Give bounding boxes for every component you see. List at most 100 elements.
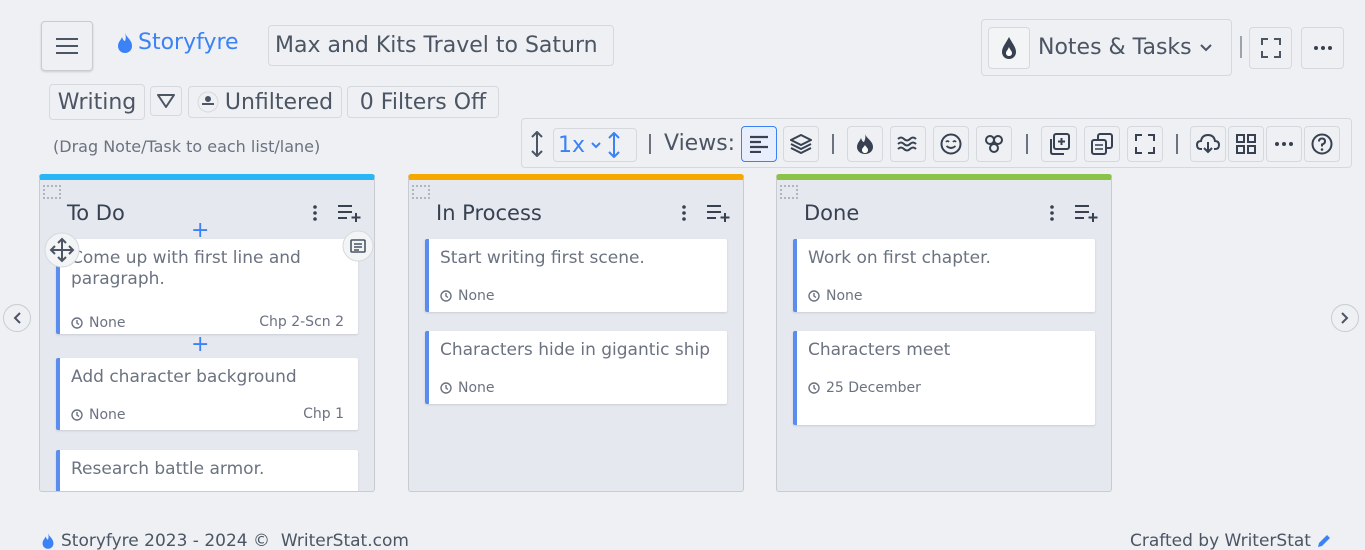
brand-name: Storyfyre [138,30,239,55]
drag-hint: (Drag Note/Task to each list/lane) [53,137,321,156]
card-date-text: 25 December [826,380,921,396]
flame-icon [118,32,132,53]
duplicate-button[interactable] [1084,126,1120,162]
drag-grip-icon[interactable] [411,184,431,202]
face-icon [940,133,962,155]
brand-link[interactable]: Storyfyre [116,30,239,55]
zoom-value: 1x [558,132,586,158]
card[interactable]: Characters hide in gigantic ship None [425,331,727,404]
view-waves-button[interactable] [890,126,926,162]
toolbar-more-button[interactable] [1266,126,1302,162]
footer-credit-text: Crafted by WriterStat [1130,531,1311,550]
card-date: None [71,407,126,423]
fullscreen-icon [1135,134,1155,154]
lane-todo: To Do + Come up with first line and para… [39,174,375,492]
card[interactable]: Add character background None Chp 1 [56,358,358,430]
grid-icon [1236,134,1256,154]
vertical-resize-icon[interactable] [530,131,544,157]
lane-title: To Do [67,201,125,225]
card[interactable]: Characters meet 25 December [793,331,1095,425]
card[interactable]: Work on first chapter. None [793,239,1095,312]
view-selector[interactable]: Notes & Tasks [981,19,1232,76]
grid-view-button[interactable] [1228,126,1264,162]
scroll-left-button[interactable] [3,304,31,332]
menu-button[interactable] [41,21,93,71]
board-toolbar: 1x Views: [521,118,1352,168]
more-vertical-icon[interactable] [1050,205,1054,221]
card-date-text: None [458,380,495,396]
footer-credit[interactable]: Crafted by WriterStat [1130,531,1331,550]
card-text: Add character background [71,367,297,387]
align-left-icon [750,135,768,153]
flame-icon [42,533,54,549]
card-chapter: Chp 1 [303,406,344,422]
add-note-button[interactable] [1041,126,1077,162]
card-date: 25 December [808,380,921,396]
playlist-add-icon[interactable] [337,204,361,222]
more-options-button[interactable] [1301,27,1344,69]
mode-button[interactable]: Writing [49,84,145,120]
vertical-resize-icon [608,132,620,158]
view-layers-button[interactable] [783,126,819,162]
layers-icon [790,134,812,154]
card[interactable]: Research battle armor. [56,450,358,491]
view-selector-label: Notes & Tasks [1038,35,1192,60]
move-icon[interactable] [44,232,80,268]
waves-icon [897,136,917,152]
cloud-download-button[interactable] [1190,126,1226,162]
cloud-download-icon [1196,134,1220,154]
note-icon[interactable] [342,230,374,262]
clock-icon [808,382,820,394]
filters-off-button[interactable]: 0 Filters Off [347,86,499,118]
lane-title: Done [804,201,860,225]
drop-icon [988,26,1030,69]
copy-icon [1091,133,1113,155]
more-horizontal-icon [1313,46,1332,50]
view-emoji-button[interactable] [933,126,969,162]
card-text: Characters hide in gigantic ship [440,340,711,360]
filter-icon [157,94,175,108]
chevron-right-icon [1341,312,1349,324]
card[interactable]: Come up with first line and paragraph. N… [56,239,358,334]
card-text: Research battle armor. [71,459,265,479]
playlist-add-icon[interactable] [1074,204,1098,222]
playlist-add-icon[interactable] [706,204,730,222]
filter-button[interactable] [150,86,182,116]
view-fire-button[interactable] [847,126,883,162]
zoom-select[interactable]: 1x [553,128,637,162]
drag-grip-icon[interactable] [42,184,62,202]
drag-grip-icon[interactable] [779,184,799,202]
footer-copyright[interactable]: Storyfyre 2023 - 2024 © WriterStat.com [41,531,409,550]
flame-icon [857,134,873,154]
clock-icon [808,290,820,302]
divider [1240,36,1242,58]
card-date: None [71,315,126,331]
card-chapter: Chp 2-Scn 2 [259,314,344,330]
fullscreen-icon [1260,38,1281,58]
more-vertical-icon[interactable] [313,205,317,221]
unfiltered-button[interactable]: Unfiltered [188,86,342,118]
clock-icon [440,290,452,302]
view-connect-button[interactable] [976,126,1012,162]
help-button[interactable] [1304,126,1340,162]
view-list-button[interactable] [741,126,777,162]
card[interactable]: Start writing first scene. None [425,239,727,312]
card-text: Start writing first scene. [440,248,645,268]
chevron-down-icon [1199,43,1212,51]
chevron-left-icon [13,312,21,324]
project-title[interactable]: Max and Kits Travel to Saturn [268,25,614,66]
hamburger-icon [56,38,78,54]
scroll-right-button[interactable] [1331,304,1359,332]
clock-icon [71,409,83,421]
add-card-between-icon[interactable]: + [191,332,209,357]
chevron-down-icon [591,141,601,148]
card-date-text: None [89,315,126,331]
expand-button[interactable] [1127,126,1163,162]
card-date: None [440,288,495,304]
more-vertical-icon[interactable] [682,205,686,221]
divider [1176,134,1178,154]
clock-icon [71,317,83,329]
fullscreen-button[interactable] [1249,27,1292,69]
more-horizontal-icon [1275,142,1293,146]
card-date-text: None [826,288,863,304]
